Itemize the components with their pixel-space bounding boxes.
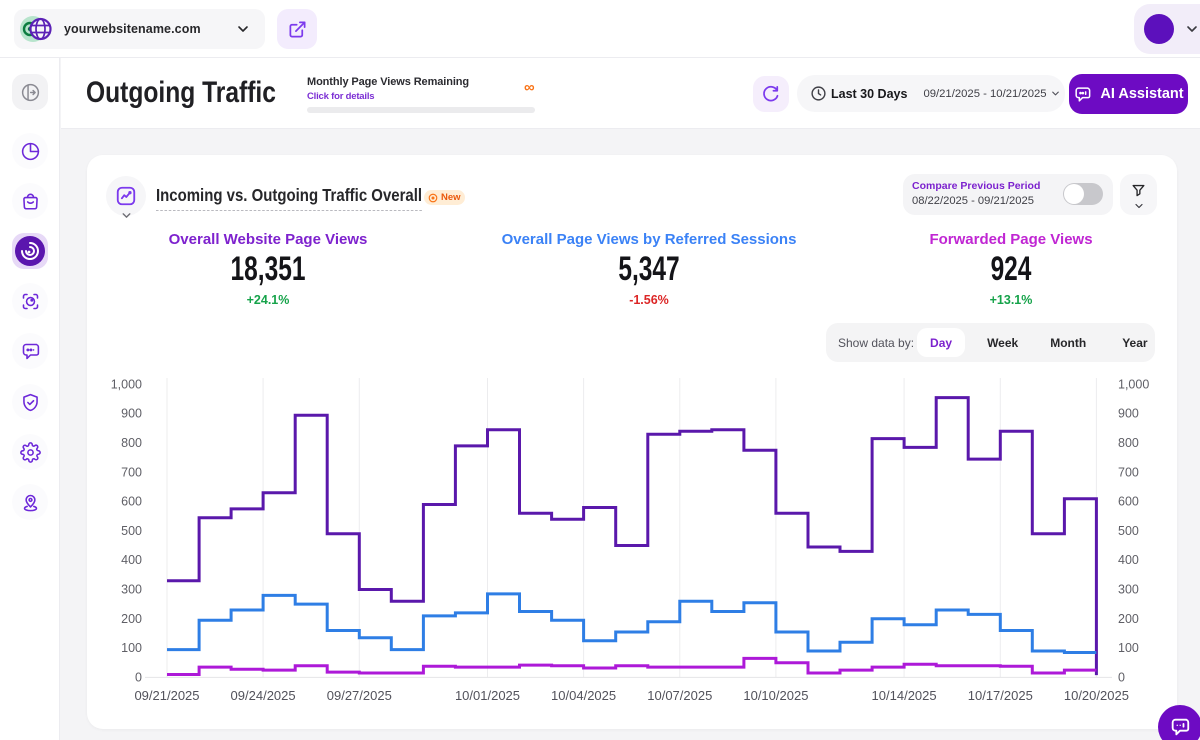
svg-text:200: 200	[1118, 612, 1139, 626]
svg-text:800: 800	[1118, 436, 1139, 450]
svg-text:1,000: 1,000	[1118, 377, 1149, 391]
svg-text:400: 400	[1118, 553, 1139, 567]
svg-text:09/21/2025: 09/21/2025	[134, 688, 199, 703]
svg-text:09/27/2025: 09/27/2025	[327, 688, 392, 703]
svg-text:100: 100	[121, 641, 142, 655]
svg-text:10/17/2025: 10/17/2025	[968, 688, 1033, 703]
svg-text:10/10/2025: 10/10/2025	[743, 688, 808, 703]
svg-text:100: 100	[1118, 641, 1139, 655]
svg-text:200: 200	[121, 612, 142, 626]
svg-text:1,000: 1,000	[111, 377, 142, 391]
svg-text:600: 600	[121, 495, 142, 509]
svg-text:700: 700	[1118, 465, 1139, 479]
svg-text:0: 0	[135, 670, 142, 684]
svg-text:900: 900	[121, 407, 142, 421]
svg-text:0: 0	[1118, 670, 1125, 684]
svg-text:10/14/2025: 10/14/2025	[872, 688, 937, 703]
svg-text:10/07/2025: 10/07/2025	[647, 688, 712, 703]
svg-text:09/24/2025: 09/24/2025	[231, 688, 296, 703]
svg-text:800: 800	[121, 436, 142, 450]
svg-text:10/04/2025: 10/04/2025	[551, 688, 616, 703]
svg-text:10/01/2025: 10/01/2025	[455, 688, 520, 703]
svg-text:500: 500	[1118, 524, 1139, 538]
svg-text:900: 900	[1118, 407, 1139, 421]
svg-text:10/20/2025: 10/20/2025	[1064, 688, 1129, 703]
svg-text:300: 300	[121, 583, 142, 597]
svg-text:600: 600	[1118, 495, 1139, 509]
svg-text:500: 500	[121, 524, 142, 538]
svg-text:400: 400	[121, 553, 142, 567]
svg-text:300: 300	[1118, 583, 1139, 597]
svg-text:700: 700	[121, 465, 142, 479]
